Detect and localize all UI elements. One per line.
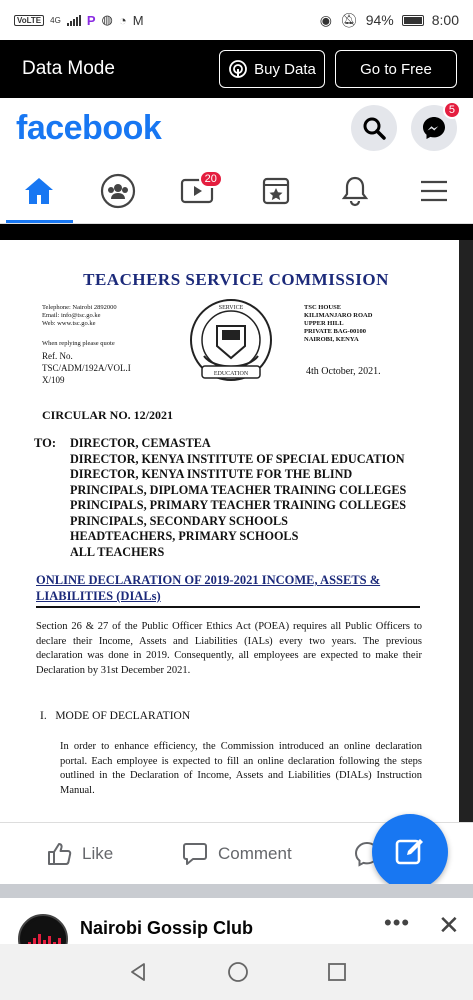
compose-icon <box>395 839 423 865</box>
tsc-circular-document: TEACHERS SERVICE COMMISSION Telephone: N… <box>16 240 456 822</box>
recipient-list: DIRECTOR, CEMASTEA DIRECTOR, KENYA INSTI… <box>70 436 406 560</box>
status-right: ◉ 🔕︎ 94% 8:00 <box>320 12 459 29</box>
clock: 8:00 <box>431 12 459 28</box>
address-line-4: PRIVATE BAG-00100 <box>304 328 367 335</box>
messenger-button[interactable]: 5 <box>411 101 461 151</box>
recipient: DIRECTOR, KENYA INSTITUTE FOR THE BLIND <box>70 467 353 481</box>
go-to-free-button[interactable]: Go to Free <box>335 50 457 88</box>
buy-data-button[interactable]: Buy Data <box>219 50 325 88</box>
buy-data-label: Buy Data <box>254 60 316 78</box>
circular-number: CIRCULAR NO. 12/2021 <box>42 408 174 422</box>
address-block: TSC HOUSE KILIMANJARO ROAD UPPER HILL PR… <box>304 304 414 344</box>
letter-date: 4th October, 2021. <box>306 366 381 377</box>
groups-icon <box>101 173 136 208</box>
bell-icon <box>341 176 368 206</box>
org-title: TEACHERS SERVICE COMMISSION <box>83 270 389 289</box>
go-to-free-label: Go to Free <box>360 60 432 78</box>
next-post-header: Nairobi Gossip Club ••• ✕ <box>0 898 473 964</box>
more-options-icon[interactable]: ••• <box>384 910 410 936</box>
address-line-2: KILIMANJARO ROAD <box>304 312 373 319</box>
recipient: ALL TEACHERS <box>70 544 165 559</box>
intro-paragraph: Section 26 & 27 of the Public Officer Et… <box>36 621 422 676</box>
home-icon <box>25 177 54 204</box>
recipient: DIRECTOR, CEMASTEA <box>70 436 211 450</box>
contact-phone: Telephone: Nairobi 2892000 <box>42 304 117 311</box>
reference-block: When replying please quote Ref. No. TSC/… <box>42 338 152 386</box>
status-bar: VoLTE 4G P ◍ ◔ M ◉ 🔕︎ 94% 8:00 <box>0 0 473 40</box>
tsc-seal-logo: EDUCATION SERVICE <box>190 299 272 381</box>
heading-rule <box>36 606 420 608</box>
contact-web: Web: www.tsc.go.ke <box>42 320 96 327</box>
recipient: DIRECTOR, KENYA INSTITUTE OF SPECIAL EDU… <box>70 451 405 466</box>
tab-groups[interactable] <box>79 158 158 223</box>
recents-icon[interactable] <box>327 962 347 982</box>
contact-email: Email: info@tsc.go.ke <box>42 312 101 319</box>
search-button[interactable] <box>351 105 397 151</box>
mute-icon: 🔕︎ <box>339 11 358 28</box>
circular-heading: ONLINE DECLARATION OF 2019-2021 INCOME, … <box>36 573 381 603</box>
image-top-border <box>0 224 473 240</box>
main-tabs: 20 <box>0 158 473 224</box>
data-mode-bar: Data Mode Buy Data Go to Free <box>0 40 473 98</box>
status-left: VoLTE 4G P ◍ ◔ M <box>14 12 144 28</box>
comment-label: Comment <box>218 843 292 863</box>
signal-icon <box>66 14 81 26</box>
battery-percent: 94% <box>365 12 394 28</box>
data-mode-title: Data Mode <box>22 58 115 79</box>
recipient: HEADTEACHERS, PRIMARY SCHOOLS <box>70 529 299 543</box>
post-image[interactable]: TEACHERS SERVICE COMMISSION Telephone: N… <box>0 240 473 822</box>
to-label: TO: <box>34 436 56 450</box>
network-type: 4G <box>50 15 61 25</box>
address-line-3: UPPER HILL <box>304 320 344 327</box>
comment-button[interactable]: Comment <box>138 841 328 867</box>
tab-notifications[interactable] <box>315 158 394 223</box>
p-icon: P <box>86 12 96 28</box>
pages-icon <box>262 177 289 204</box>
eye-icon: ◉ <box>319 11 332 28</box>
facebook-header: facebook 5 <box>0 98 473 158</box>
android-nav-bar <box>0 944 473 1000</box>
reply-note: When replying please quote <box>42 340 115 347</box>
search-icon <box>363 117 386 140</box>
wifi-broadcast-icon <box>229 60 248 78</box>
section-paragraph: In order to enhance efficiency, the Comm… <box>60 741 422 796</box>
menu-icon <box>420 180 447 201</box>
home-circle-icon[interactable] <box>227 961 249 983</box>
image-edge <box>459 240 473 822</box>
compose-fab[interactable] <box>372 814 448 890</box>
tab-watch[interactable]: 20 <box>158 158 237 223</box>
gmail-icon: M <box>132 12 144 28</box>
address-line-5: NAIROBI, KENYA <box>304 336 359 343</box>
svg-text:SERVICE: SERVICE <box>219 305 244 311</box>
ref-line-3: X/109 <box>42 375 65 385</box>
watch-badge: 20 <box>198 170 223 188</box>
recipient: PRINCIPALS, SECONDARY SCHOOLS <box>70 513 288 528</box>
page-name[interactable]: Nairobi Gossip Club <box>80 918 253 939</box>
feed-separator <box>0 884 473 898</box>
whatsapp-icon: ◍ <box>101 12 113 27</box>
contact-block: Telephone: Nairobi 2892000 Email: info@t… <box>42 304 142 328</box>
section-heading: I. MODE OF DECLARATION <box>40 710 191 722</box>
facebook-logo[interactable]: facebook <box>16 109 337 148</box>
messenger-icon <box>423 117 445 139</box>
like-label: Like <box>82 843 114 863</box>
thumbs-up-icon <box>48 842 72 865</box>
svg-text:EDUCATION: EDUCATION <box>214 371 249 377</box>
volte-icon: VoLTE <box>14 14 45 26</box>
tab-pages[interactable] <box>236 158 315 223</box>
messenger-badge: 5 <box>442 101 461 119</box>
ref-line-1: Ref. No. <box>42 351 73 361</box>
ref-line-2: TSC/ADM/192A/VOL.I <box>42 363 131 373</box>
tab-home[interactable] <box>0 158 79 223</box>
like-button[interactable]: Like <box>16 841 138 867</box>
back-icon[interactable] <box>127 961 149 983</box>
comment-icon <box>183 842 207 865</box>
tab-menu[interactable] <box>394 158 473 223</box>
address-line-1: TSC HOUSE <box>304 304 342 311</box>
recipient: PRINCIPALS, PRIMARY TEACHER TRAINING COL… <box>70 498 407 512</box>
recipient: PRINCIPALS, DIPLOMA TEACHER TRAINING COL… <box>70 482 407 497</box>
chat-icon: ◔ <box>118 12 127 28</box>
close-icon[interactable]: ✕ <box>438 910 460 941</box>
battery-icon <box>401 14 424 26</box>
